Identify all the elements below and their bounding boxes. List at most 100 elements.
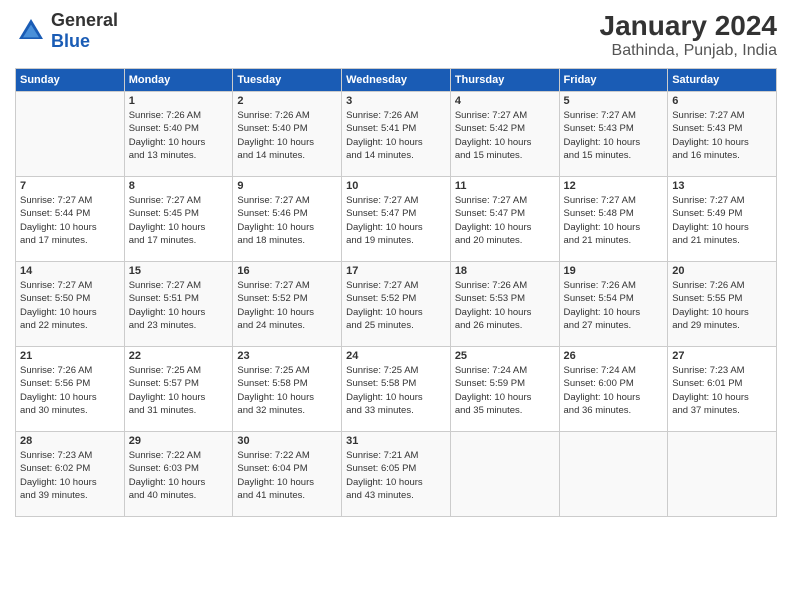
- calendar-cell: 3 Sunrise: 7:26 AM Sunset: 5:41 PM Daylig…: [342, 92, 451, 177]
- day-number: 14: [20, 265, 120, 277]
- calendar-cell: 27 Sunrise: 7:23 AM Sunset: 6:01 PM Dayli…: [668, 347, 777, 432]
- day-info: Sunrise: 7:26 AM Sunset: 5:41 PM Dayligh…: [346, 109, 446, 162]
- day-number: 22: [129, 350, 229, 362]
- day-number: 1: [129, 95, 229, 107]
- calendar-cell: 1 Sunrise: 7:26 AM Sunset: 5:40 PM Daylig…: [124, 92, 233, 177]
- calendar-table: SundayMondayTuesdayWednesdayThursdayFrid…: [15, 68, 777, 517]
- calendar-cell: 4 Sunrise: 7:27 AM Sunset: 5:42 PM Daylig…: [450, 92, 559, 177]
- day-info: Sunrise: 7:25 AM Sunset: 5:57 PM Dayligh…: [129, 364, 229, 417]
- day-info: Sunrise: 7:26 AM Sunset: 5:56 PM Dayligh…: [20, 364, 120, 417]
- header-row: SundayMondayTuesdayWednesdayThursdayFrid…: [16, 69, 777, 92]
- day-number: 26: [564, 350, 664, 362]
- day-info: Sunrise: 7:25 AM Sunset: 5:58 PM Dayligh…: [346, 364, 446, 417]
- day-info: Sunrise: 7:27 AM Sunset: 5:45 PM Dayligh…: [129, 194, 229, 247]
- calendar-cell: 28 Sunrise: 7:23 AM Sunset: 6:02 PM Dayli…: [16, 432, 125, 517]
- day-number: 13: [672, 180, 772, 192]
- day-number: 21: [20, 350, 120, 362]
- day-info: Sunrise: 7:26 AM Sunset: 5:53 PM Dayligh…: [455, 279, 555, 332]
- day-number: 31: [346, 435, 446, 447]
- calendar-cell: [668, 432, 777, 517]
- day-info: Sunrise: 7:22 AM Sunset: 6:03 PM Dayligh…: [129, 449, 229, 502]
- calendar-week-2: 7 Sunrise: 7:27 AM Sunset: 5:44 PM Daylig…: [16, 177, 777, 262]
- calendar-header: SundayMondayTuesdayWednesdayThursdayFrid…: [16, 69, 777, 92]
- day-info: Sunrise: 7:24 AM Sunset: 6:00 PM Dayligh…: [564, 364, 664, 417]
- day-info: Sunrise: 7:27 AM Sunset: 5:44 PM Dayligh…: [20, 194, 120, 247]
- calendar-week-5: 28 Sunrise: 7:23 AM Sunset: 6:02 PM Dayli…: [16, 432, 777, 517]
- calendar-cell: [450, 432, 559, 517]
- calendar-cell: 6 Sunrise: 7:27 AM Sunset: 5:43 PM Daylig…: [668, 92, 777, 177]
- calendar-cell: [559, 432, 668, 517]
- calendar-cell: 14 Sunrise: 7:27 AM Sunset: 5:50 PM Dayli…: [16, 262, 125, 347]
- day-info: Sunrise: 7:21 AM Sunset: 6:05 PM Dayligh…: [346, 449, 446, 502]
- day-info: Sunrise: 7:27 AM Sunset: 5:43 PM Dayligh…: [672, 109, 772, 162]
- calendar-cell: [16, 92, 125, 177]
- calendar-cell: 16Sunrise: 7:27 AM Sunset: 5:52 PM Dayli…: [233, 262, 342, 347]
- column-header-sunday: Sunday: [16, 69, 125, 92]
- day-number: 19: [564, 265, 664, 277]
- day-info: Sunrise: 7:27 AM Sunset: 5:47 PM Dayligh…: [455, 194, 555, 247]
- day-info: Sunrise: 7:27 AM Sunset: 5:43 PM Dayligh…: [564, 109, 664, 162]
- calendar-cell: 5 Sunrise: 7:27 AM Sunset: 5:43 PM Daylig…: [559, 92, 668, 177]
- day-number: 28: [20, 435, 120, 447]
- calendar-cell: 11Sunrise: 7:27 AM Sunset: 5:47 PM Dayli…: [450, 177, 559, 262]
- day-info: Sunrise: 7:23 AM Sunset: 6:02 PM Dayligh…: [20, 449, 120, 502]
- day-number: 5: [564, 95, 664, 107]
- day-number: 8: [129, 180, 229, 192]
- day-number: 18: [455, 265, 555, 277]
- column-header-wednesday: Wednesday: [342, 69, 451, 92]
- calendar-subtitle: Bathinda, Punjab, India: [600, 42, 777, 60]
- day-info: Sunrise: 7:27 AM Sunset: 5:49 PM Dayligh…: [672, 194, 772, 247]
- calendar-cell: 24Sunrise: 7:25 AM Sunset: 5:58 PM Dayli…: [342, 347, 451, 432]
- day-info: Sunrise: 7:27 AM Sunset: 5:46 PM Dayligh…: [237, 194, 337, 247]
- day-info: Sunrise: 7:23 AM Sunset: 6:01 PM Dayligh…: [672, 364, 772, 417]
- page-container: General Blue January 2024 Bathinda, Punj…: [0, 0, 792, 527]
- day-info: Sunrise: 7:22 AM Sunset: 6:04 PM Dayligh…: [237, 449, 337, 502]
- logo-blue-text: Blue: [51, 31, 90, 51]
- calendar-week-3: 14 Sunrise: 7:27 AM Sunset: 5:50 PM Dayli…: [16, 262, 777, 347]
- day-number: 4: [455, 95, 555, 107]
- day-number: 27: [672, 350, 772, 362]
- day-info: Sunrise: 7:26 AM Sunset: 5:54 PM Dayligh…: [564, 279, 664, 332]
- calendar-cell: 15 Sunrise: 7:27 AM Sunset: 5:51 PM Dayli…: [124, 262, 233, 347]
- calendar-cell: 2Sunrise: 7:26 AM Sunset: 5:40 PM Daylig…: [233, 92, 342, 177]
- calendar-cell: 20Sunrise: 7:26 AM Sunset: 5:55 PM Dayli…: [668, 262, 777, 347]
- calendar-week-4: 21 Sunrise: 7:26 AM Sunset: 5:56 PM Dayli…: [16, 347, 777, 432]
- day-number: 20: [672, 265, 772, 277]
- column-header-monday: Monday: [124, 69, 233, 92]
- day-number: 30: [237, 435, 337, 447]
- calendar-cell: 19 Sunrise: 7:26 AM Sunset: 5:54 PM Dayli…: [559, 262, 668, 347]
- day-number: 7: [20, 180, 120, 192]
- day-info: Sunrise: 7:27 AM Sunset: 5:42 PM Dayligh…: [455, 109, 555, 162]
- calendar-cell: 21 Sunrise: 7:26 AM Sunset: 5:56 PM Dayli…: [16, 347, 125, 432]
- day-number: 3: [346, 95, 446, 107]
- calendar-cell: 26 Sunrise: 7:24 AM Sunset: 6:00 PM Dayli…: [559, 347, 668, 432]
- header: General Blue January 2024 Bathinda, Punj…: [15, 10, 777, 60]
- calendar-cell: 8 Sunrise: 7:27 AM Sunset: 5:45 PM Daylig…: [124, 177, 233, 262]
- day-number: 10: [346, 180, 446, 192]
- day-number: 15: [129, 265, 229, 277]
- day-info: Sunrise: 7:27 AM Sunset: 5:50 PM Dayligh…: [20, 279, 120, 332]
- calendar-cell: 9Sunrise: 7:27 AM Sunset: 5:46 PM Daylig…: [233, 177, 342, 262]
- calendar-cell: 13 Sunrise: 7:27 AM Sunset: 5:49 PM Dayli…: [668, 177, 777, 262]
- day-number: 23: [237, 350, 337, 362]
- calendar-cell: 17Sunrise: 7:27 AM Sunset: 5:52 PM Dayli…: [342, 262, 451, 347]
- day-number: 2: [237, 95, 337, 107]
- logo-general-text: General: [51, 10, 118, 30]
- day-info: Sunrise: 7:27 AM Sunset: 5:47 PM Dayligh…: [346, 194, 446, 247]
- day-number: 6: [672, 95, 772, 107]
- day-info: Sunrise: 7:25 AM Sunset: 5:58 PM Dayligh…: [237, 364, 337, 417]
- calendar-title: January 2024: [600, 10, 777, 42]
- calendar-cell: 25 Sunrise: 7:24 AM Sunset: 5:59 PM Dayli…: [450, 347, 559, 432]
- calendar-cell: 31 Sunrise: 7:21 AM Sunset: 6:05 PM Dayli…: [342, 432, 451, 517]
- column-header-tuesday: Tuesday: [233, 69, 342, 92]
- day-info: Sunrise: 7:27 AM Sunset: 5:51 PM Dayligh…: [129, 279, 229, 332]
- column-header-saturday: Saturday: [668, 69, 777, 92]
- calendar-cell: 23 Sunrise: 7:25 AM Sunset: 5:58 PM Dayli…: [233, 347, 342, 432]
- day-number: 25: [455, 350, 555, 362]
- calendar-week-1: 1 Sunrise: 7:26 AM Sunset: 5:40 PM Daylig…: [16, 92, 777, 177]
- calendar-body: 1 Sunrise: 7:26 AM Sunset: 5:40 PM Daylig…: [16, 92, 777, 517]
- calendar-cell: 29Sunrise: 7:22 AM Sunset: 6:03 PM Dayli…: [124, 432, 233, 517]
- day-info: Sunrise: 7:26 AM Sunset: 5:40 PM Dayligh…: [129, 109, 229, 162]
- day-number: 12: [564, 180, 664, 192]
- day-info: Sunrise: 7:24 AM Sunset: 5:59 PM Dayligh…: [455, 364, 555, 417]
